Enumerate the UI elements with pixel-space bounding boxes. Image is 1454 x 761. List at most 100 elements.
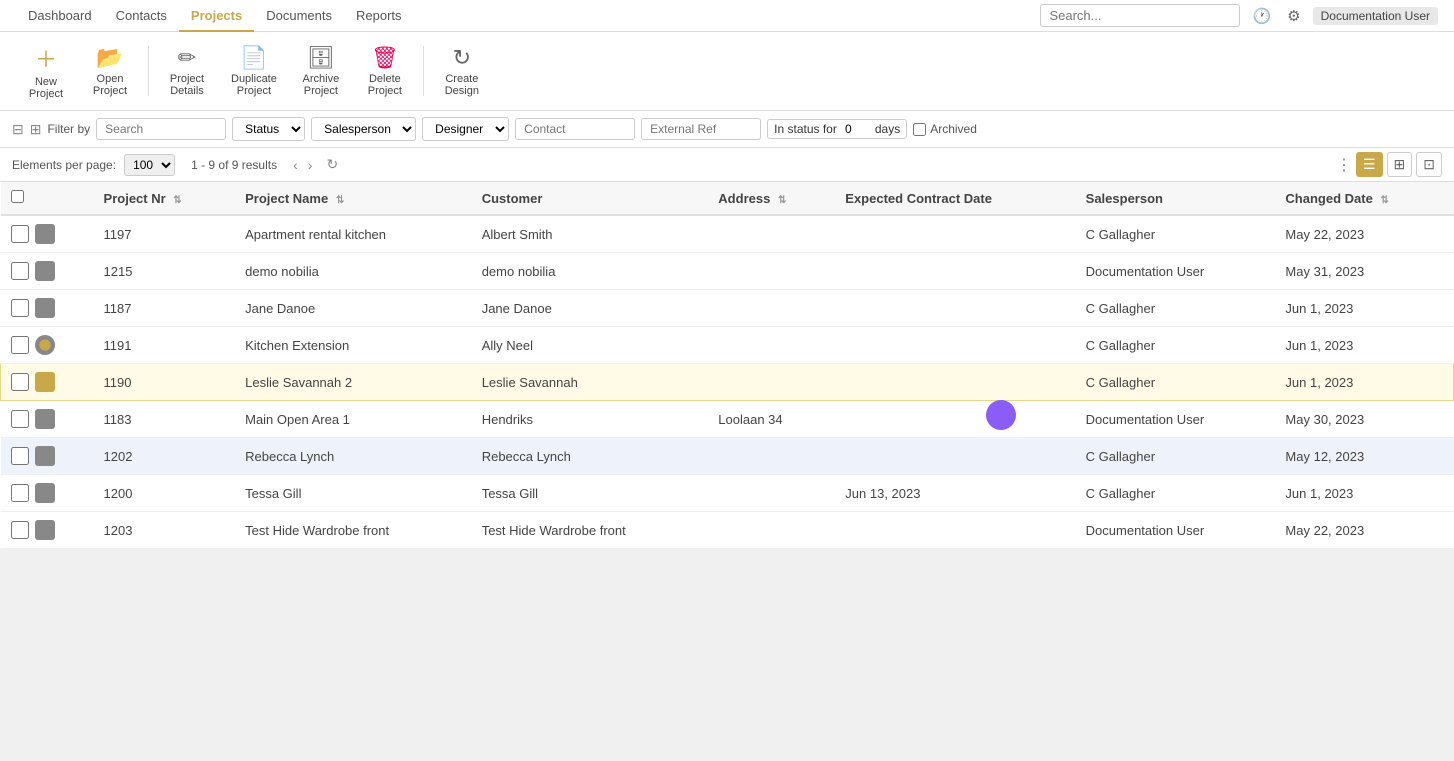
grid-view-button[interactable]: ⊞: [1387, 152, 1413, 177]
filter-archived-checkbox[interactable]: [913, 123, 926, 136]
sort-project-name-icon: ⇅: [336, 195, 344, 206]
settings-icon[interactable]: ⚙: [1283, 5, 1304, 27]
table-header: Project Nr ⇅ Project Name ⇅ Customer Add…: [1, 182, 1454, 215]
per-page-select[interactable]: 100: [124, 154, 175, 176]
nav-documents[interactable]: Documents: [254, 0, 344, 32]
row-customer: demo nobilia: [472, 253, 709, 290]
row-project-nr: 1187: [94, 290, 236, 327]
next-page-button[interactable]: ›: [304, 156, 317, 174]
delete-project-button[interactable]: 🗑 DeleteProject: [355, 41, 415, 101]
nav-contacts[interactable]: Contacts: [104, 0, 179, 32]
row-customer: Test Hide Wardrobe front: [472, 512, 709, 549]
delete-project-label: DeleteProject: [368, 73, 402, 97]
filter-designer-select[interactable]: Designer: [422, 117, 509, 141]
row-checkbox[interactable]: [11, 299, 29, 317]
table-row[interactable]: 1187 Jane Danoe Jane Danoe C Gallagher J…: [1, 290, 1454, 327]
table-row[interactable]: 1191 Kitchen Extension Ally Neel C Galla…: [1, 327, 1454, 364]
row-checkbox[interactable]: [11, 484, 29, 502]
col-changed-date[interactable]: Changed Date ⇅: [1275, 182, 1453, 215]
row-changed-date: May 30, 2023: [1275, 401, 1453, 438]
filter-salesperson-select[interactable]: Salesperson: [311, 117, 416, 141]
filter-status-select[interactable]: Status: [232, 117, 305, 141]
row-project-nr: 1203: [94, 512, 236, 549]
list-view-button[interactable]: ☰: [1356, 152, 1383, 177]
nav-reports[interactable]: Reports: [344, 0, 414, 32]
top-nav: Dashboard Contacts Projects Documents Re…: [0, 0, 1454, 32]
user-badge: Documentation User: [1313, 7, 1438, 25]
col-expected-contract-date[interactable]: Expected Contract Date: [835, 182, 1075, 215]
row-salesperson: C Gallagher: [1076, 290, 1276, 327]
create-design-button[interactable]: ↻ CreateDesign: [432, 41, 492, 101]
filter-contact-input[interactable]: [515, 118, 635, 140]
filter-extref-input[interactable]: [641, 118, 761, 140]
archive-project-button[interactable]: 🗄 ArchiveProject: [291, 41, 351, 101]
col-customer[interactable]: Customer: [472, 182, 709, 215]
row-icon: [35, 261, 55, 281]
sort-project-nr-icon: ⇅: [173, 195, 181, 206]
col-address-label: Address: [718, 191, 770, 206]
row-checkbox[interactable]: [11, 336, 29, 354]
row-checkbox[interactable]: [11, 225, 29, 243]
table-row[interactable]: 1183 Main Open Area 1 Hendriks Loolaan 3…: [1, 401, 1454, 438]
clock-icon[interactable]: 🕐: [1248, 5, 1275, 27]
table-row[interactable]: 1190 Leslie Savannah 2 Leslie Savannah C…: [1, 364, 1454, 401]
col-address[interactable]: Address ⇅: [708, 182, 835, 215]
row-changed-date: Jun 1, 2023: [1275, 475, 1453, 512]
row-customer: Hendriks: [472, 401, 709, 438]
row-address: Loolaan 34: [708, 401, 835, 438]
row-salesperson: C Gallagher: [1076, 475, 1276, 512]
row-checkbox[interactable]: [11, 373, 29, 391]
col-salesperson-label: Salesperson: [1086, 191, 1163, 206]
col-project-name-label: Project Name: [245, 191, 328, 206]
row-checkbox[interactable]: [11, 447, 29, 465]
col-salesperson[interactable]: Salesperson: [1076, 182, 1276, 215]
table-container: Project Nr ⇅ Project Name ⇅ Customer Add…: [0, 182, 1454, 549]
table-row[interactable]: 1197 Apartment rental kitchen Albert Smi…: [1, 215, 1454, 253]
filter-search-input[interactable]: [96, 118, 226, 140]
row-expected-contract-date: [835, 215, 1075, 253]
table-row[interactable]: 1215 demo nobilia demo nobilia Documenta…: [1, 253, 1454, 290]
refresh-button[interactable]: ↻: [326, 156, 338, 173]
col-project-name[interactable]: Project Name ⇅: [235, 182, 472, 215]
table-row[interactable]: 1203 Test Hide Wardrobe front Test Hide …: [1, 512, 1454, 549]
project-details-button[interactable]: ✏ ProjectDetails: [157, 41, 217, 101]
row-checkbox[interactable]: [11, 521, 29, 539]
filter-settings-icon[interactable]: ⊞: [30, 121, 42, 138]
row-address: [708, 475, 835, 512]
row-address: [708, 327, 835, 364]
filter-bar-left: ⊟ ⊞ Filter by Status Salesperson Designe…: [12, 117, 977, 141]
open-project-icon: 📂: [96, 45, 123, 71]
row-project-nr: 1191: [94, 327, 236, 364]
table-row[interactable]: 1202 Rebecca Lynch Rebecca Lynch C Galla…: [1, 438, 1454, 475]
table-row[interactable]: 1200 Tessa Gill Tessa Gill Jun 13, 2023 …: [1, 475, 1454, 512]
col-project-nr[interactable]: Project Nr ⇅: [94, 182, 236, 215]
row-project-nr: 1183: [94, 401, 236, 438]
row-checkbox[interactable]: [11, 262, 29, 280]
row-project-nr: 1200: [94, 475, 236, 512]
row-changed-date: Jun 1, 2023: [1275, 290, 1453, 327]
more-options-button[interactable]: ⋮: [1336, 155, 1352, 175]
per-page-label: Elements per page:: [12, 158, 116, 172]
row-checkbox[interactable]: [11, 410, 29, 428]
filter-archived-label: Archived: [930, 122, 977, 136]
filter-icon[interactable]: ⊟: [12, 121, 24, 138]
row-expected-contract-date: [835, 364, 1075, 401]
column-settings-button[interactable]: ⊡: [1416, 152, 1442, 177]
row-customer: Tessa Gill: [472, 475, 709, 512]
open-project-button[interactable]: 📂 OpenProject: [80, 41, 140, 101]
row-changed-date: Jun 1, 2023: [1275, 327, 1453, 364]
nav-dashboard[interactable]: Dashboard: [16, 0, 104, 32]
project-details-icon: ✏: [178, 45, 196, 71]
global-search-input[interactable]: [1040, 4, 1240, 27]
row-address: [708, 290, 835, 327]
nav-projects[interactable]: Projects: [179, 0, 254, 32]
row-customer: Rebecca Lynch: [472, 438, 709, 475]
select-all-checkbox[interactable]: [11, 190, 24, 203]
row-project-name: Main Open Area 1: [235, 401, 472, 438]
duplicate-project-button[interactable]: 📄 DuplicateProject: [221, 41, 287, 101]
prev-page-button[interactable]: ‹: [289, 156, 302, 174]
filter-days-input[interactable]: [841, 122, 871, 136]
new-project-button[interactable]: ＋ NewProject: [16, 38, 76, 104]
row-project-name: demo nobilia: [235, 253, 472, 290]
archive-project-label: ArchiveProject: [303, 73, 340, 97]
